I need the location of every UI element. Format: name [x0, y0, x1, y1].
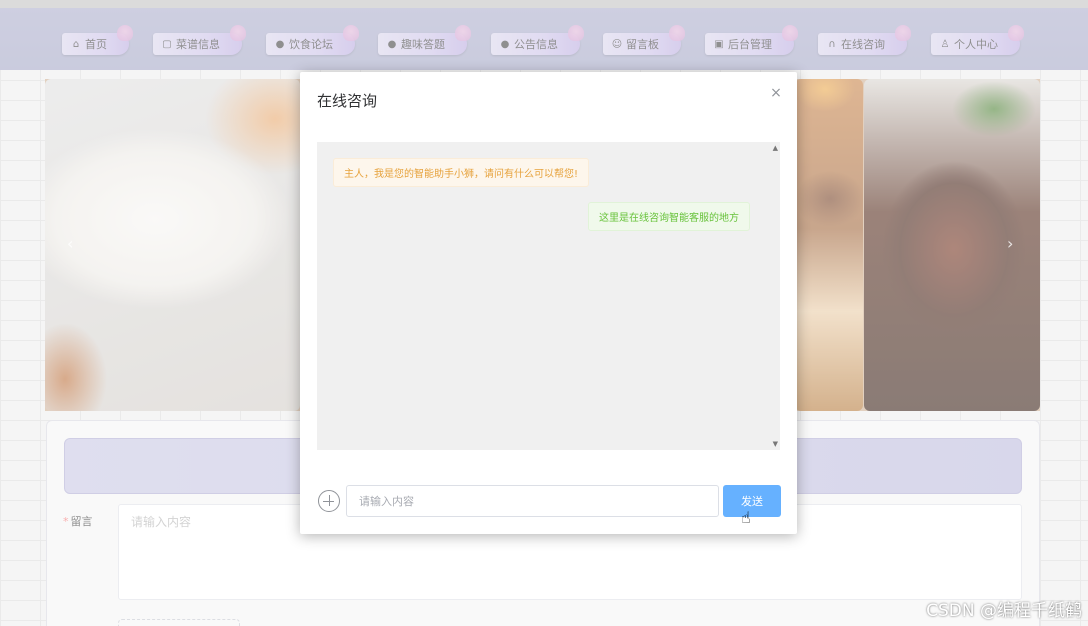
user-message: 这里是在线咨询智能客服的地方	[588, 202, 750, 231]
scroll-down-icon[interactable]: ▼	[773, 440, 778, 448]
send-button[interactable]: 发送	[723, 485, 781, 517]
consult-dialog: 在线咨询 × 主人，我是您的智能助手小狮，请问有什么可以帮您! 这里是在线咨询智…	[300, 72, 797, 534]
add-attachment-icon[interactable]	[318, 490, 340, 512]
scroll-up-icon[interactable]: ▲	[773, 144, 778, 152]
chat-scrollbar[interactable]: ▲ ▼	[770, 142, 780, 450]
hand-cursor-icon: ☝	[741, 508, 751, 527]
close-icon[interactable]: ×	[769, 86, 783, 100]
watermark: CSDN @编程千纸鹤	[926, 601, 1082, 621]
chat-history[interactable]: 主人，我是您的智能助手小狮，请问有什么可以帮您! 这里是在线咨询智能客服的地方 …	[317, 142, 780, 450]
dialog-title: 在线咨询	[317, 92, 378, 110]
bot-message: 主人，我是您的智能助手小狮，请问有什么可以帮您!	[333, 158, 590, 187]
chat-input[interactable]	[346, 485, 719, 517]
